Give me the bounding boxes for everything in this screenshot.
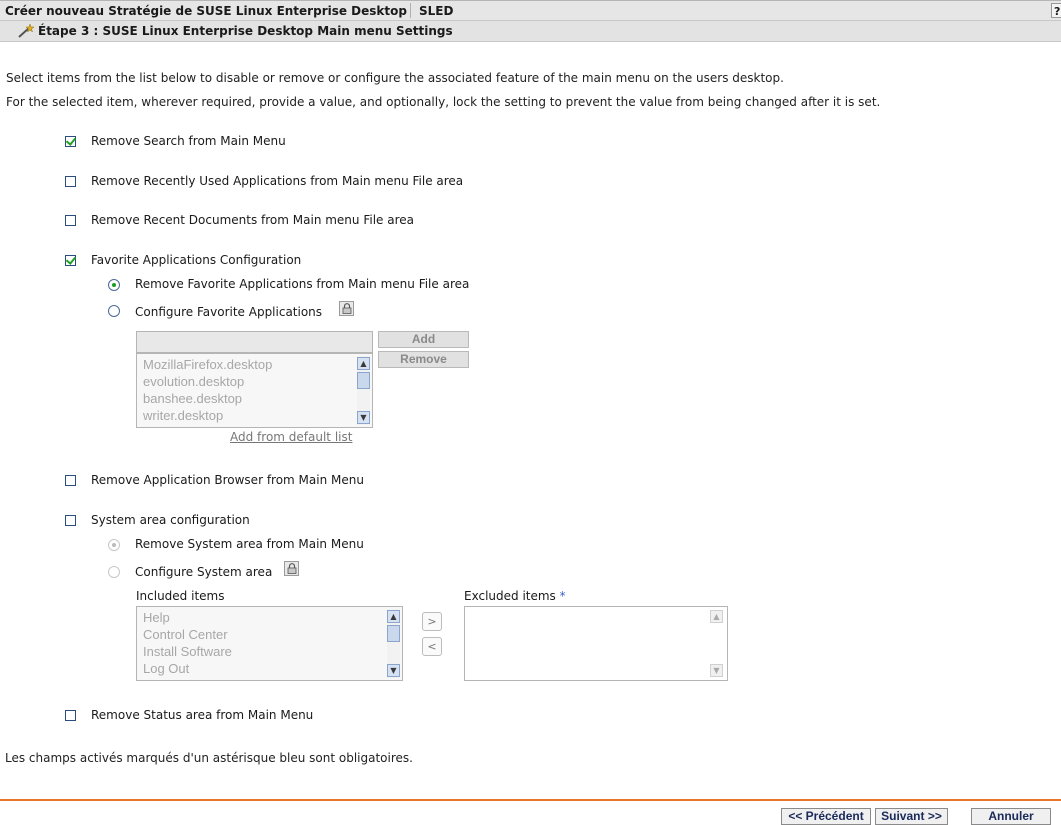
remove-recent-docs-label: Remove Recent Documents from Main menu F… xyxy=(91,213,414,227)
scroll-thumb[interactable] xyxy=(357,372,370,389)
configure-favorite-apps-radio[interactable] xyxy=(108,305,120,317)
system-area-checkbox[interactable] xyxy=(65,515,76,526)
remove-button[interactable]: Remove xyxy=(378,351,469,368)
wizard-title: Créer nouveau Stratégie de SUSE Linux En… xyxy=(5,4,407,18)
scroll-up-icon[interactable]: ▲ xyxy=(357,357,370,370)
excluded-items-heading: Excluded items * xyxy=(464,589,566,603)
configure-favorite-apps-label: Configure Favorite Applications xyxy=(135,305,323,319)
add-from-default-list-link[interactable]: Add from default list xyxy=(230,430,352,444)
next-button[interactable]: Suivant >> xyxy=(875,808,948,825)
remove-favorite-apps-label: Remove Favorite Applications from Main m… xyxy=(135,277,470,291)
list-item[interactable]: Install Software xyxy=(143,644,232,659)
description-line-1: Select items from the list below to disa… xyxy=(6,71,784,85)
remove-search-checkbox[interactable] xyxy=(65,136,76,147)
list-item[interactable]: Help xyxy=(143,610,170,625)
list-item[interactable]: Control Center xyxy=(143,627,228,642)
wand-icon xyxy=(17,23,35,39)
move-left-button[interactable]: < xyxy=(422,637,442,656)
footer-divider xyxy=(0,799,1061,801)
scroll-up-icon[interactable]: ▲ xyxy=(710,610,723,623)
list-item[interactable]: writer.desktop xyxy=(143,408,223,423)
configure-system-area-radio[interactable] xyxy=(108,566,120,578)
remove-search-label: Remove Search from Main Menu xyxy=(91,134,286,148)
platform-label: SLED xyxy=(419,4,454,18)
remove-system-area-radio[interactable] xyxy=(108,539,120,551)
required-asterisk: * xyxy=(559,589,566,603)
favorite-app-input[interactable] xyxy=(136,331,373,353)
included-items-list[interactable]: Help Control Center Install Software Log… xyxy=(136,606,403,681)
scroll-down-icon[interactable]: ▼ xyxy=(387,664,400,677)
title-separator xyxy=(410,3,411,18)
scroll-thumb[interactable] xyxy=(387,625,400,642)
remove-status-label: Remove Status area from Main Menu xyxy=(91,708,314,722)
scroll-down-icon[interactable]: ▼ xyxy=(710,664,723,677)
required-note: Les champs activés marqués d'un astérisq… xyxy=(5,751,413,765)
remove-recent-apps-checkbox[interactable] xyxy=(65,176,76,187)
configure-system-area-label: Configure System area xyxy=(135,565,273,579)
help-button[interactable]: ? xyxy=(1051,3,1061,18)
remove-favorite-apps-radio[interactable] xyxy=(108,279,120,291)
remove-app-browser-checkbox[interactable] xyxy=(65,475,76,486)
add-button[interactable]: Add xyxy=(378,331,469,348)
favorite-apps-list[interactable]: MozillaFirefox.desktop evolution.desktop… xyxy=(136,353,373,428)
lock-icon[interactable] xyxy=(284,561,299,576)
included-items-label: Included items xyxy=(136,589,225,603)
step-bar: Étape 3 : SUSE Linux Enterprise Desktop … xyxy=(0,21,1061,42)
description-line-2: For the selected item, wherever required… xyxy=(6,95,881,109)
previous-button[interactable]: << Précédent xyxy=(781,808,871,825)
remove-status-checkbox[interactable] xyxy=(65,710,76,721)
favorite-apps-checkbox[interactable] xyxy=(65,255,76,266)
scroll-up-icon[interactable]: ▲ xyxy=(387,610,400,623)
scroll-down-icon[interactable]: ▼ xyxy=(357,411,370,424)
lock-icon[interactable] xyxy=(339,301,354,316)
list-item[interactable]: evolution.desktop xyxy=(143,374,244,389)
wizard-title-bar: Créer nouveau Stratégie de SUSE Linux En… xyxy=(0,0,1061,21)
remove-recent-docs-checkbox[interactable] xyxy=(65,215,76,226)
move-right-button[interactable]: > xyxy=(422,612,442,631)
cancel-button[interactable]: Annuler xyxy=(971,808,1051,825)
remove-system-area-label: Remove System area from Main Menu xyxy=(135,537,364,551)
system-area-label: System area configuration xyxy=(91,513,250,527)
remove-app-browser-label: Remove Application Browser from Main Men… xyxy=(91,473,364,487)
list-item[interactable]: banshee.desktop xyxy=(143,391,242,406)
step-title: Étape 3 : SUSE Linux Enterprise Desktop … xyxy=(38,24,453,38)
favorite-apps-label: Favorite Applications Configuration xyxy=(91,253,302,267)
excluded-items-list[interactable]: ▲ ▼ xyxy=(464,606,728,681)
remove-recent-apps-label: Remove Recently Used Applications from M… xyxy=(91,174,464,188)
list-item[interactable]: Log Out xyxy=(143,661,189,676)
excluded-items-label: Excluded items xyxy=(464,589,556,603)
list-item[interactable]: MozillaFirefox.desktop xyxy=(143,357,272,372)
